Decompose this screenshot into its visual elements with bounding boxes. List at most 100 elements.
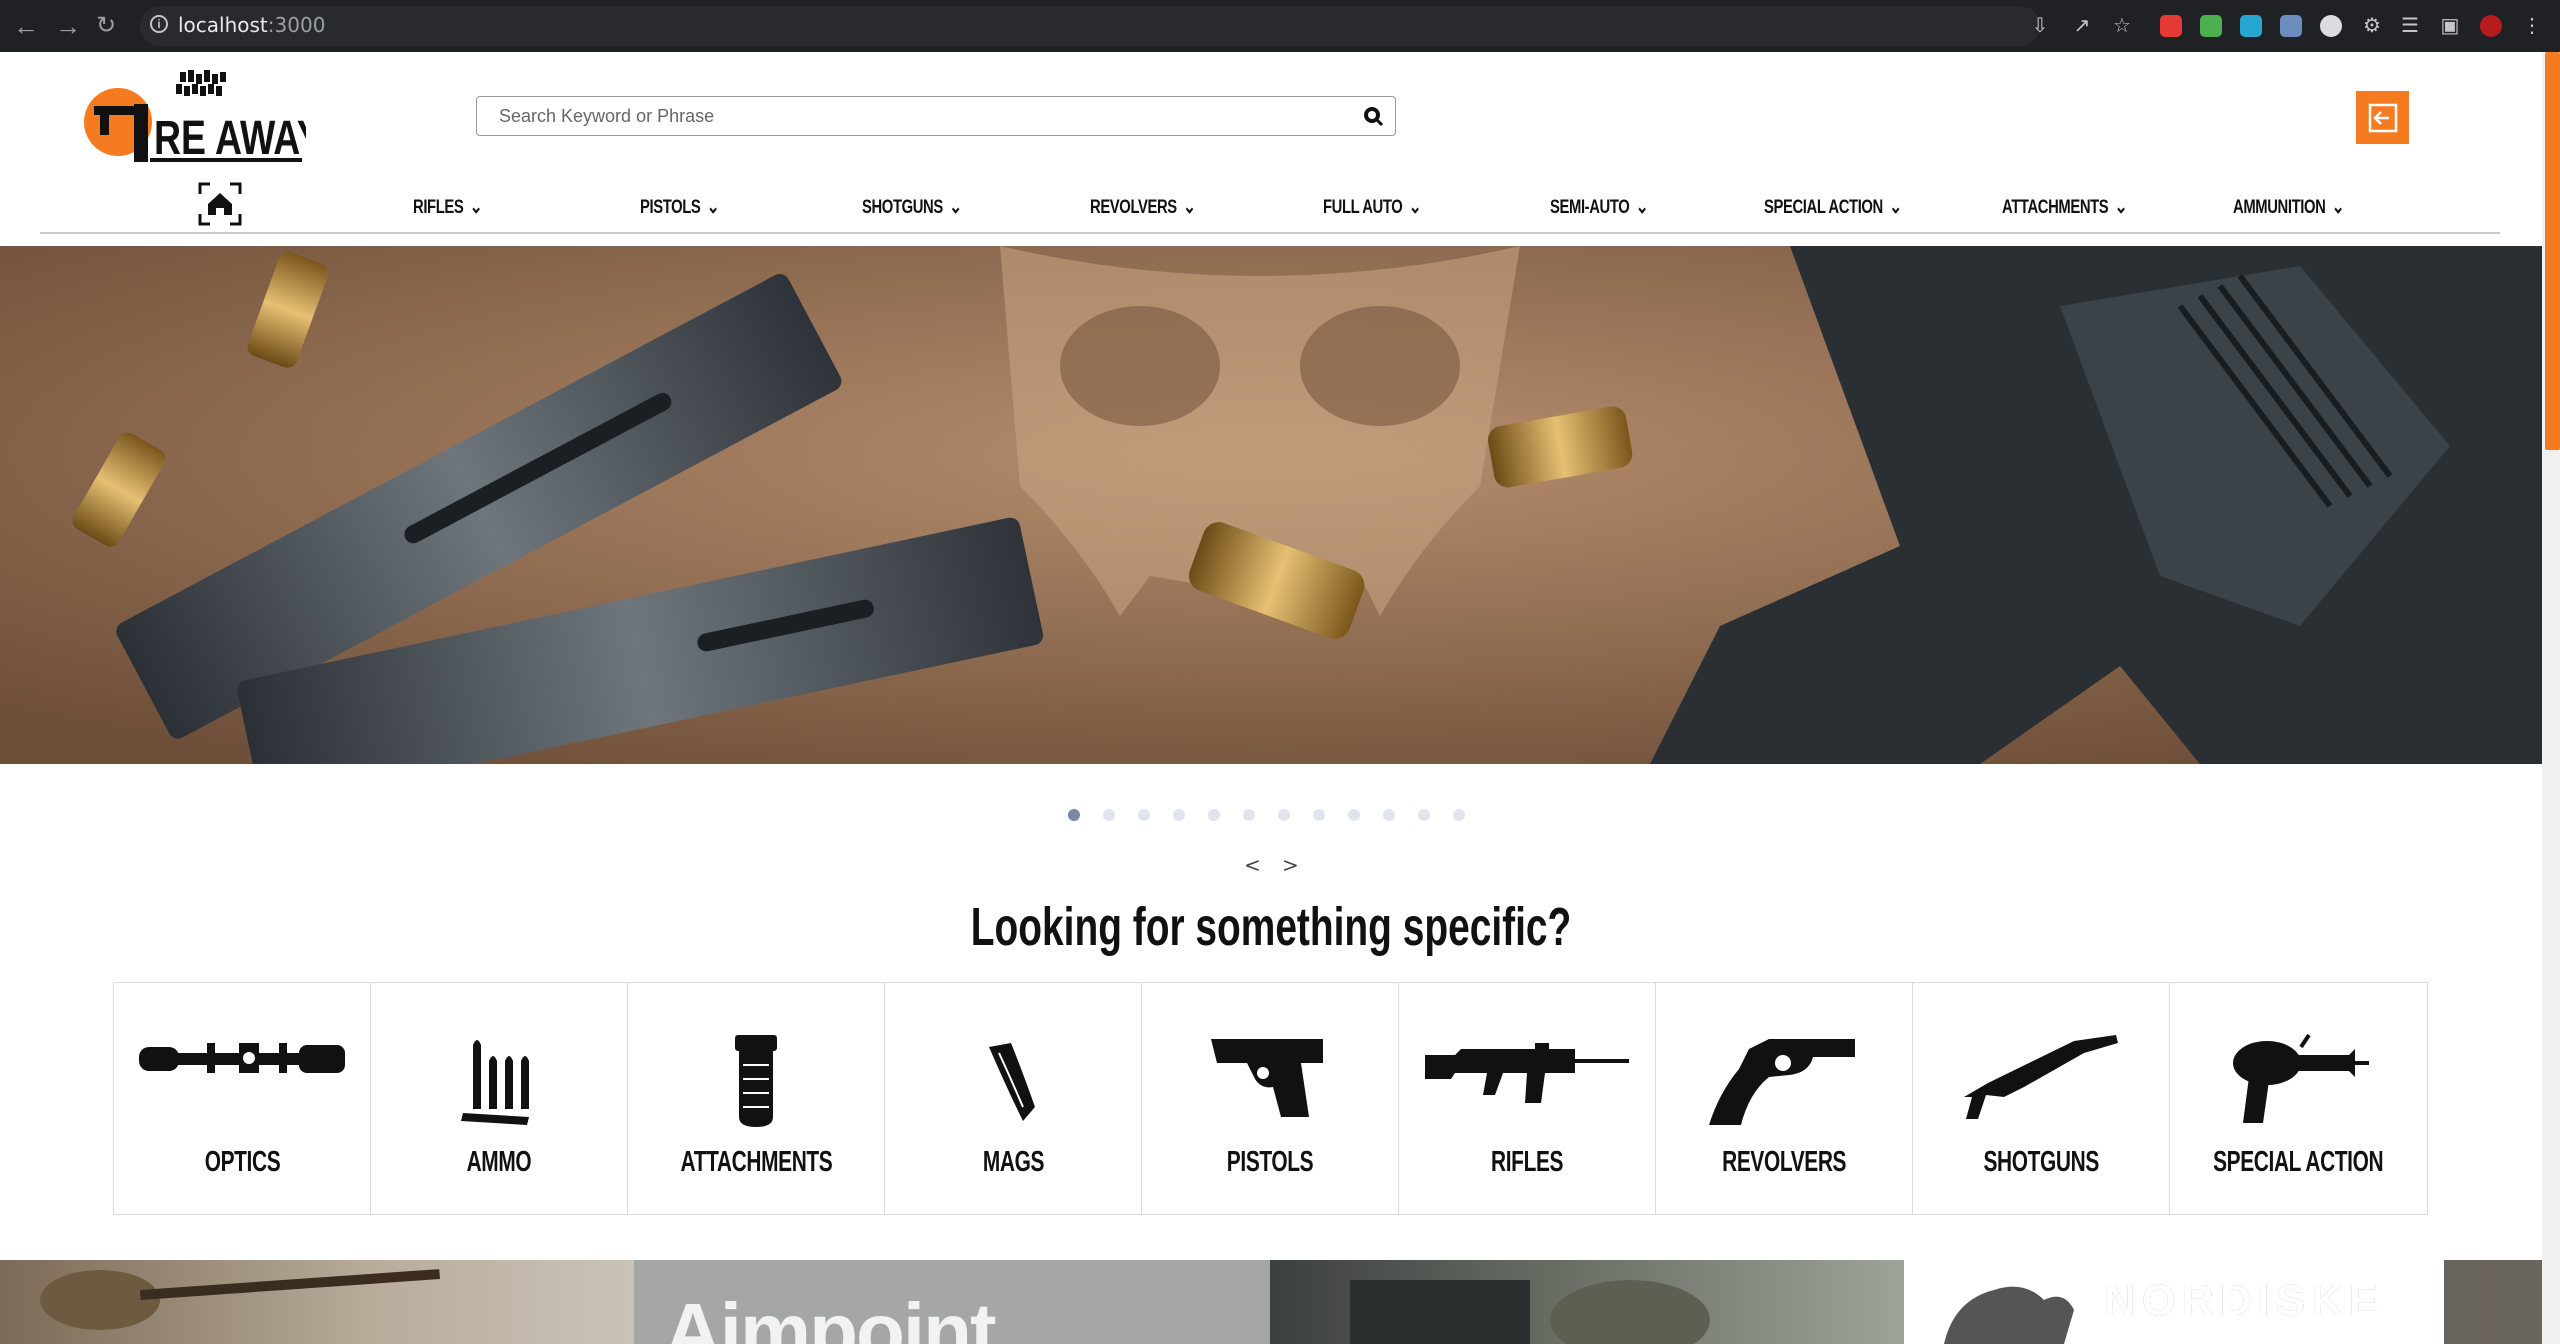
carousel-dot[interactable] <box>1208 809 1220 821</box>
login-button[interactable] <box>2356 91 2409 144</box>
back-arrow-icon[interactable]: ← <box>12 12 40 40</box>
search-input[interactable] <box>497 97 1341 136</box>
menu-item-label: ATTACHMENTS <box>2002 197 2109 218</box>
category-shotguns[interactable]: SHOTGUNS <box>1913 983 2170 1214</box>
category-attachments[interactable]: ATTACHMENTS <box>628 983 885 1214</box>
reload-icon[interactable]: ↻ <box>92 12 120 40</box>
site-logo[interactable]: RE AWAY <box>84 68 322 165</box>
scrollbar-thumb[interactable] <box>2545 52 2560 450</box>
hero-slide-image[interactable] <box>0 246 2542 764</box>
section-title-text: Looking for something specific? <box>970 897 1572 957</box>
side-panel-icon[interactable]: ▣ <box>2438 14 2462 38</box>
menu-item-rifles[interactable]: RIFLES ⌄ <box>413 194 483 219</box>
category-label-text: ATTACHMENTS <box>680 1146 832 1178</box>
carousel-dot[interactable] <box>1278 809 1290 821</box>
menu-item-attachments[interactable]: ATTACHMENTS ⌄ <box>2002 194 2128 219</box>
forward-arrow-icon[interactable]: → <box>54 12 82 40</box>
ammo-icon <box>461 1040 529 1125</box>
sign-in-icon <box>2368 103 2398 133</box>
menu-item-special-action[interactable]: SPECIAL ACTION ⌄ <box>1764 194 1902 219</box>
share-icon[interactable]: ↗ <box>2070 14 2094 38</box>
carousel-dot[interactable] <box>1138 809 1150 821</box>
category-label: OPTICS <box>114 1146 370 1179</box>
chevron-down-icon: ⌄ <box>2114 196 2128 218</box>
category-label: RIFLES <box>1399 1146 1655 1179</box>
logo-text: RE AWAY <box>154 112 306 164</box>
menu-item-revolvers[interactable]: REVOLVERS ⌄ <box>1090 194 1196 219</box>
category-special-action[interactable]: SPECIAL ACTION <box>2170 983 2427 1214</box>
browser-toolbar: ← → ↻ i localhost:3000 ⇩ ↗ ☆ ⚙ ☰ ▣ ⋮ <box>0 0 2560 52</box>
shotgun-icon <box>1964 1035 2118 1119</box>
search-icon[interactable] <box>1363 106 1383 126</box>
address-bar[interactable] <box>140 6 2040 46</box>
menu-item-label: SPECIAL ACTION <box>1764 197 1883 218</box>
menu-item-label: FULL AUTO <box>1323 197 1403 218</box>
grip-icon <box>735 1035 777 1127</box>
category-pistols[interactable]: PISTOLS <box>1142 983 1399 1214</box>
menu-item-ammunition[interactable]: AMMUNITION ⌄ <box>2233 194 2345 219</box>
promo-banner-nordiske[interactable]: NORDISKE <box>1904 1260 2542 1344</box>
install-icon[interactable]: ⇩ <box>2028 14 2052 38</box>
chevron-down-icon: ⌄ <box>469 196 483 218</box>
menu-item-label: REVOLVERS <box>1090 197 1177 218</box>
category-label-text: SPECIAL ACTION <box>2213 1146 2384 1178</box>
revolver-icon <box>1709 1039 1855 1125</box>
category-label-text: RIFLES <box>1490 1146 1564 1178</box>
rifle-icon <box>1425 1043 1629 1103</box>
category-label-text: PISTOLS <box>1226 1146 1314 1178</box>
url-port: :3000 <box>267 13 326 37</box>
chevron-down-icon: ⌄ <box>1183 196 1196 218</box>
url-host: localhost <box>178 13 268 37</box>
promo-banner-aimpoint[interactable]: Aimpoint <box>634 1260 1270 1344</box>
carousel-next-button[interactable]: > <box>1282 853 1299 877</box>
nordiske-logo-text: NORDISKE <box>2104 1276 2385 1325</box>
scope-icon <box>139 1043 345 1073</box>
carousel-dot[interactable] <box>1173 809 1185 821</box>
category-label-text: OPTICS <box>204 1146 280 1178</box>
carousel-dot[interactable] <box>1243 809 1255 821</box>
menu-item-label: SEMI-AUTO <box>1550 197 1630 218</box>
extension-screen-icon[interactable] <box>2280 15 2302 37</box>
menu-item-semi-auto[interactable]: SEMI-AUTO ⌄ <box>1550 194 1649 219</box>
carousel-dot[interactable] <box>1313 809 1325 821</box>
chevron-down-icon: ⌄ <box>2331 196 2345 218</box>
category-revolvers[interactable]: REVOLVERS <box>1656 983 1913 1214</box>
home-icon[interactable] <box>198 182 242 226</box>
extension-green-icon[interactable] <box>2200 15 2222 37</box>
category-label: ATTACHMENTS <box>628 1146 884 1179</box>
carousel-dot[interactable] <box>1103 809 1115 821</box>
category-rifles[interactable]: RIFLES <box>1399 983 1656 1214</box>
chevron-down-icon: ⌄ <box>1635 196 1649 218</box>
more-menu-icon[interactable]: ⋮ <box>2520 14 2544 38</box>
pistol-icon <box>1211 1039 1323 1117</box>
menu-item-shotguns[interactable]: SHOTGUNS ⌄ <box>862 194 962 219</box>
menu-item-pistols[interactable]: PISTOLS ⌄ <box>640 194 720 219</box>
carousel-dot[interactable] <box>1348 809 1360 821</box>
category-optics[interactable]: OPTICS <box>114 983 371 1214</box>
promo-banner-tactical[interactable] <box>1270 1260 1904 1344</box>
media-icon[interactable]: ☰ <box>2398 14 2422 38</box>
extension-red-icon[interactable] <box>2160 15 2182 37</box>
category-label-text: AMMO <box>466 1146 532 1178</box>
carousel-dot[interactable] <box>1418 809 1430 821</box>
extension-gray-icon[interactable] <box>2320 15 2342 37</box>
profile-avatar[interactable] <box>2480 15 2502 37</box>
carousel-dot[interactable] <box>1453 809 1465 821</box>
tactical-photo <box>1350 1280 1710 1344</box>
extension-blue-icon[interactable] <box>2240 15 2262 37</box>
category-label: AMMO <box>371 1146 627 1179</box>
section-heading: Looking for something specific? <box>0 896 2542 958</box>
site-info-icon[interactable]: i <box>150 15 168 33</box>
carousel-dot[interactable] <box>1068 809 1080 821</box>
category-label: REVOLVERS <box>1656 1146 1912 1179</box>
address-text[interactable]: localhost:3000 <box>178 13 325 37</box>
main-menu: RIFLES ⌄ PISTOLS ⌄ SHOTGUNS ⌄ REVOLVERS ⌄ FU… <box>40 180 2500 234</box>
puzzle-icon[interactable]: ⚙ <box>2360 14 2384 38</box>
category-mags[interactable]: MAGS <box>885 983 1142 1214</box>
carousel-dot[interactable] <box>1383 809 1395 821</box>
category-ammo[interactable]: AMMO <box>371 983 628 1214</box>
promo-banner-hunting[interactable] <box>0 1260 634 1344</box>
carousel-prev-button[interactable]: < <box>1244 853 1261 877</box>
menu-item-full-auto[interactable]: FULL AUTO ⌄ <box>1323 194 1422 219</box>
bookmark-star-icon[interactable]: ☆ <box>2110 14 2134 38</box>
